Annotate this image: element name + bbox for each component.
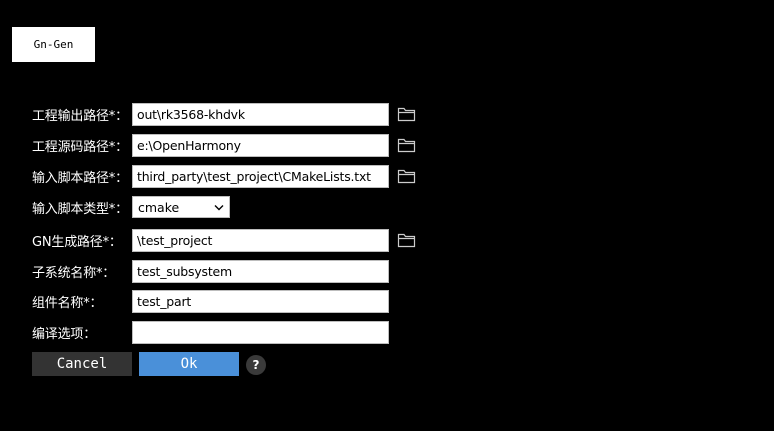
part-name-input[interactable] xyxy=(132,289,389,313)
form-row-part-name: 组件名称*： xyxy=(32,289,389,313)
output-path-input[interactable] xyxy=(132,102,389,126)
form-row-compile-options: 编译选项： xyxy=(32,320,389,344)
input-script-type-select[interactable]: cmake xyxy=(132,196,230,218)
form-row-input-script-type: 输入脚本类型*： cmake xyxy=(32,195,230,219)
folder-icon[interactable] xyxy=(396,105,416,123)
subsystem-name-label: 子系统名称*： xyxy=(32,265,116,281)
form-row-output-path: 工程输出路径*： xyxy=(32,102,416,126)
subsystem-name-input[interactable] xyxy=(132,259,389,283)
help-icon-label: ? xyxy=(252,358,260,372)
source-path-label: 工程源码路径*： xyxy=(32,139,128,155)
form-row-source-path: 工程源码路径*： xyxy=(32,133,416,157)
folder-icon[interactable] xyxy=(396,167,416,185)
cancel-button[interactable]: Cancel xyxy=(32,352,132,376)
ok-button-label: Ok xyxy=(180,356,198,372)
input-script-type-value: cmake xyxy=(138,199,180,215)
folder-icon[interactable] xyxy=(396,231,416,249)
gn-gen-path-input[interactable] xyxy=(132,228,389,252)
gn-gen-path-label: GN生成路径*： xyxy=(32,234,122,250)
input-script-path-label: 输入脚本路径*： xyxy=(32,170,128,186)
compile-options-label: 编译选项： xyxy=(32,326,97,342)
compile-options-input[interactable] xyxy=(132,320,389,344)
part-name-label: 组件名称*： xyxy=(32,295,103,311)
output-path-label: 工程输出路径*： xyxy=(32,108,128,124)
folder-icon[interactable] xyxy=(396,136,416,154)
input-script-type-label: 输入脚本类型*： xyxy=(32,201,128,217)
form-row-input-script-path: 输入脚本路径*： xyxy=(32,164,416,188)
input-script-path-input[interactable] xyxy=(132,164,389,188)
source-path-input[interactable] xyxy=(132,133,389,157)
chevron-down-icon xyxy=(214,202,224,212)
tab-gn-gen[interactable]: Gn-Gen xyxy=(12,27,95,62)
tab-label: Gn-Gen xyxy=(33,38,74,51)
cancel-button-label: Cancel xyxy=(56,356,108,372)
form-row-gn-gen-path: GN生成路径*： xyxy=(32,228,416,252)
ok-button[interactable]: Ok xyxy=(139,352,239,376)
form-row-subsystem-name: 子系统名称*： xyxy=(32,259,389,283)
help-icon[interactable]: ? xyxy=(246,355,266,375)
